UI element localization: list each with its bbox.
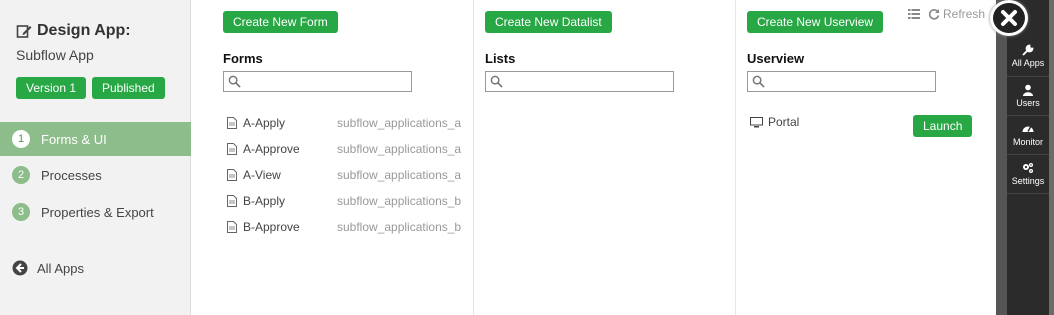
userview-column: Create New Userview Userview Portal Laun…	[737, 0, 995, 315]
file-icon	[227, 221, 237, 233]
create-new-form-button[interactable]: Create New Form	[223, 11, 338, 33]
admin-users[interactable]: Users	[1007, 77, 1049, 115]
search-icon	[490, 75, 503, 88]
form-name: A-View	[243, 168, 281, 182]
form-name: A-Approve	[243, 142, 300, 156]
all-apps-label: All Apps	[37, 260, 84, 276]
userview-item-label: Portal	[768, 115, 800, 129]
admin-item-label: Users	[1016, 98, 1040, 108]
form-name: A-Apply	[243, 116, 286, 130]
launch-button[interactable]: Launch	[913, 115, 973, 137]
forms-column: Create New Form Forms A-Apply subflow_ap…	[211, 0, 474, 315]
app-subtitle: Subflow App	[16, 47, 94, 63]
file-icon	[227, 169, 237, 181]
nav-number: 1	[12, 130, 30, 148]
form-table: subflow_applications_a	[337, 116, 462, 130]
gears-icon	[1023, 163, 1033, 173]
user-icon	[1023, 84, 1033, 96]
admin-bar-edge	[996, 0, 1007, 315]
nav-label: Processes	[41, 167, 102, 183]
refresh-icon	[928, 9, 940, 20]
form-row[interactable]: B-Apply subflow_applications_b	[227, 192, 467, 210]
edit-icon	[16, 25, 32, 38]
form-row[interactable]: B-Approve subflow_applications_b	[227, 218, 467, 236]
form-row[interactable]: A-Approve subflow_applications_a	[227, 140, 467, 158]
form-table: subflow_applications_b	[337, 194, 462, 208]
forms-search-input[interactable]	[223, 71, 412, 92]
nav-item-forms-ui[interactable]: 1 Forms & UI	[0, 122, 191, 156]
admin-bar-border	[1049, 0, 1054, 315]
userview-title: Userview	[747, 51, 805, 66]
file-icon	[227, 143, 237, 155]
gauge-icon	[1022, 126, 1034, 132]
file-icon	[227, 117, 237, 129]
form-name: B-Approve	[243, 220, 300, 234]
admin-item-label: Settings	[1011, 176, 1045, 186]
nav-number: 2	[12, 166, 30, 184]
admin-all-apps[interactable]: All Apps	[1007, 37, 1049, 75]
monitor-icon	[750, 116, 763, 127]
all-apps-link[interactable]: All Apps	[12, 260, 84, 276]
circle-arrow-left-icon	[12, 260, 28, 276]
nav-label: Properties & Export	[41, 204, 154, 220]
close-icon	[1001, 10, 1017, 26]
admin-item-label: All Apps	[1011, 58, 1045, 68]
search-icon	[752, 75, 765, 88]
app-title-text: Design App:	[37, 22, 131, 39]
lists-search-input[interactable]	[485, 71, 674, 92]
create-new-datalist-button[interactable]: Create New Datalist	[485, 11, 612, 33]
form-table: subflow_applications_a	[337, 142, 462, 156]
wrench-icon	[1022, 44, 1034, 56]
refresh-label: Refresh	[943, 7, 986, 21]
admin-item-label: Monitor	[1012, 137, 1043, 147]
search-icon	[228, 75, 241, 88]
lists-column: Create New Datalist Lists	[475, 0, 736, 315]
forms-title: Forms	[223, 51, 263, 66]
admin-divider	[1007, 193, 1049, 194]
published-badge[interactable]: Published	[92, 77, 165, 99]
create-new-userview-button[interactable]: Create New Userview	[747, 11, 884, 33]
userview-item-portal[interactable]: Portal	[750, 115, 799, 129]
refresh-button[interactable]: Refresh	[928, 7, 985, 21]
close-button[interactable]	[990, 0, 1028, 36]
app-title: Design App:	[16, 22, 131, 40]
lists-title: Lists	[485, 51, 516, 66]
admin-settings[interactable]: Settings	[1007, 155, 1049, 193]
userview-search-input[interactable]	[747, 71, 936, 92]
list-icon[interactable]	[908, 8, 920, 20]
nav-item-properties-export[interactable]: 3 Properties & Export	[0, 195, 191, 229]
form-table: subflow_applications_a	[337, 168, 462, 182]
form-table: subflow_applications_b	[337, 220, 462, 234]
nav-number: 3	[12, 203, 30, 221]
file-icon	[227, 195, 237, 207]
form-row[interactable]: A-Apply subflow_applications_a	[227, 114, 467, 132]
version-badge[interactable]: Version 1	[16, 77, 87, 99]
sidebar: Design App: Subflow App Version 1 Publis…	[0, 0, 191, 315]
form-row[interactable]: A-View subflow_applications_a	[227, 166, 467, 184]
top-toolbar: Refresh	[908, 7, 985, 21]
nav-item-processes[interactable]: 2 Processes	[0, 158, 191, 192]
admin-monitor[interactable]: Monitor	[1007, 116, 1049, 154]
form-name: B-Apply	[243, 194, 286, 208]
nav-label: Forms & UI	[41, 131, 107, 147]
